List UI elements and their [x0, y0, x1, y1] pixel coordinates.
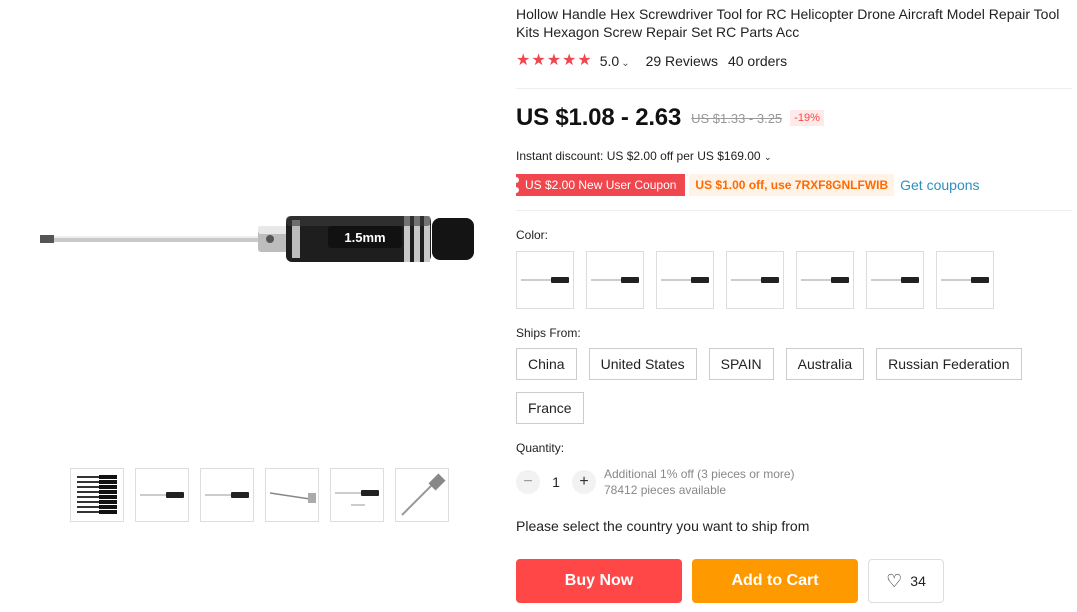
- ship-option-russian-federation[interactable]: Russian Federation: [876, 348, 1022, 380]
- quantity-info: Additional 1% off (3 pieces or more) 784…: [604, 466, 795, 498]
- color-option-4[interactable]: [726, 251, 784, 309]
- main-product-image[interactable]: 1.5mm: [30, 150, 500, 330]
- ship-option-france[interactable]: France: [516, 392, 584, 424]
- chevron-down-icon: ⌄: [763, 152, 772, 162]
- code-coupon[interactable]: US $1.00 off, use 7RXF8GNLFWIB: [689, 174, 895, 196]
- thumbnail-5[interactable]: [330, 468, 384, 522]
- ship-option-spain[interactable]: SPAIN: [708, 348, 774, 380]
- discount-badge: -19%: [790, 110, 824, 126]
- buy-now-button[interactable]: Buy Now: [516, 559, 682, 603]
- color-option-5[interactable]: [796, 251, 854, 309]
- color-options: [516, 251, 994, 309]
- thumbnail-4[interactable]: [265, 468, 319, 522]
- star-icon: ★: [546, 52, 562, 69]
- star-icon: ★: [577, 52, 592, 69]
- color-option-6[interactable]: [866, 251, 924, 309]
- product-title: Hollow Handle Hex Screwdriver Tool for R…: [516, 6, 1060, 40]
- color-label: Color:: [516, 228, 549, 242]
- thumbnail-strip: [70, 468, 449, 522]
- thumbnail-6[interactable]: [395, 468, 449, 522]
- rating-row: ★ ★ ★ ★ ★ 5.0 ⌄ 29 Reviews 40 orders: [516, 53, 788, 70]
- price-row: US $1.08 - 2.63 US $1.33 - 3.25 -19%: [516, 104, 824, 132]
- ships-from-options: China United States SPAIN Australia Russ…: [516, 348, 1056, 424]
- coupon-row: US $2.00 New User Coupon US $1.00 off, u…: [512, 174, 980, 196]
- quantity-stepper: − + Additional 1% off (3 pieces or more)…: [516, 466, 795, 498]
- thumbnail-2[interactable]: [135, 468, 189, 522]
- chevron-down-icon: ⌄: [621, 58, 630, 69]
- divider: [516, 210, 1072, 211]
- ship-option-china[interactable]: China: [516, 348, 577, 380]
- star-icon: ★: [531, 52, 546, 69]
- ships-from-label: Ships From:: [516, 326, 581, 340]
- pieces-available-text: 78412 pieces available: [604, 483, 727, 497]
- quantity-label: Quantity:: [516, 441, 565, 455]
- color-option-3[interactable]: [656, 251, 714, 309]
- ship-country-message: Please select the country you want to sh…: [516, 518, 810, 534]
- bulk-discount-text: Additional 1% off (3 pieces or more): [604, 467, 795, 481]
- star-icon: ★: [516, 52, 531, 69]
- new-user-coupon[interactable]: US $2.00 New User Coupon: [512, 174, 686, 196]
- thumbnail-3[interactable]: [200, 468, 254, 522]
- add-to-cart-button[interactable]: Add to Cart: [692, 559, 858, 603]
- thumbnail-1[interactable]: [70, 468, 124, 522]
- ship-option-united-states[interactable]: United States: [588, 348, 697, 380]
- rating-value: 5.0: [599, 53, 620, 69]
- reviews-link[interactable]: 29 Reviews: [646, 53, 718, 69]
- wishlist-button[interactable]: ♡ 34: [868, 559, 944, 603]
- star-icon: ★: [562, 52, 577, 69]
- original-price: US $1.33 - 3.25: [691, 110, 783, 126]
- instant-discount[interactable]: Instant discount: US $2.00 off per US $1…: [516, 149, 772, 163]
- instant-discount-text: Instant discount: US $2.00 off per US $1…: [516, 149, 761, 163]
- quantity-input[interactable]: [540, 474, 572, 490]
- get-coupons-link[interactable]: Get coupons: [900, 177, 979, 193]
- divider: [516, 88, 1072, 89]
- rating-value-dropdown[interactable]: 5.0 ⌄: [600, 53, 630, 69]
- color-option-7[interactable]: [936, 251, 994, 309]
- heart-icon: ♡: [886, 570, 903, 591]
- orders-count: 40 orders: [727, 53, 788, 69]
- star-rating: ★ ★ ★ ★ ★: [516, 53, 592, 69]
- decrease-quantity-button[interactable]: −: [516, 470, 540, 494]
- current-price: US $1.08 - 2.63: [516, 104, 682, 131]
- increase-quantity-button[interactable]: +: [572, 470, 596, 494]
- color-option-1[interactable]: [516, 251, 574, 309]
- wishlist-count: 34: [910, 573, 926, 589]
- product-info-panel: Hollow Handle Hex Screwdriver Tool for R…: [512, 0, 1077, 612]
- ship-option-australia[interactable]: Australia: [785, 348, 865, 380]
- action-buttons: Buy Now Add to Cart ♡ 34: [516, 559, 944, 603]
- image-size-label: 1.5mm: [344, 230, 385, 245]
- color-option-2[interactable]: [586, 251, 644, 309]
